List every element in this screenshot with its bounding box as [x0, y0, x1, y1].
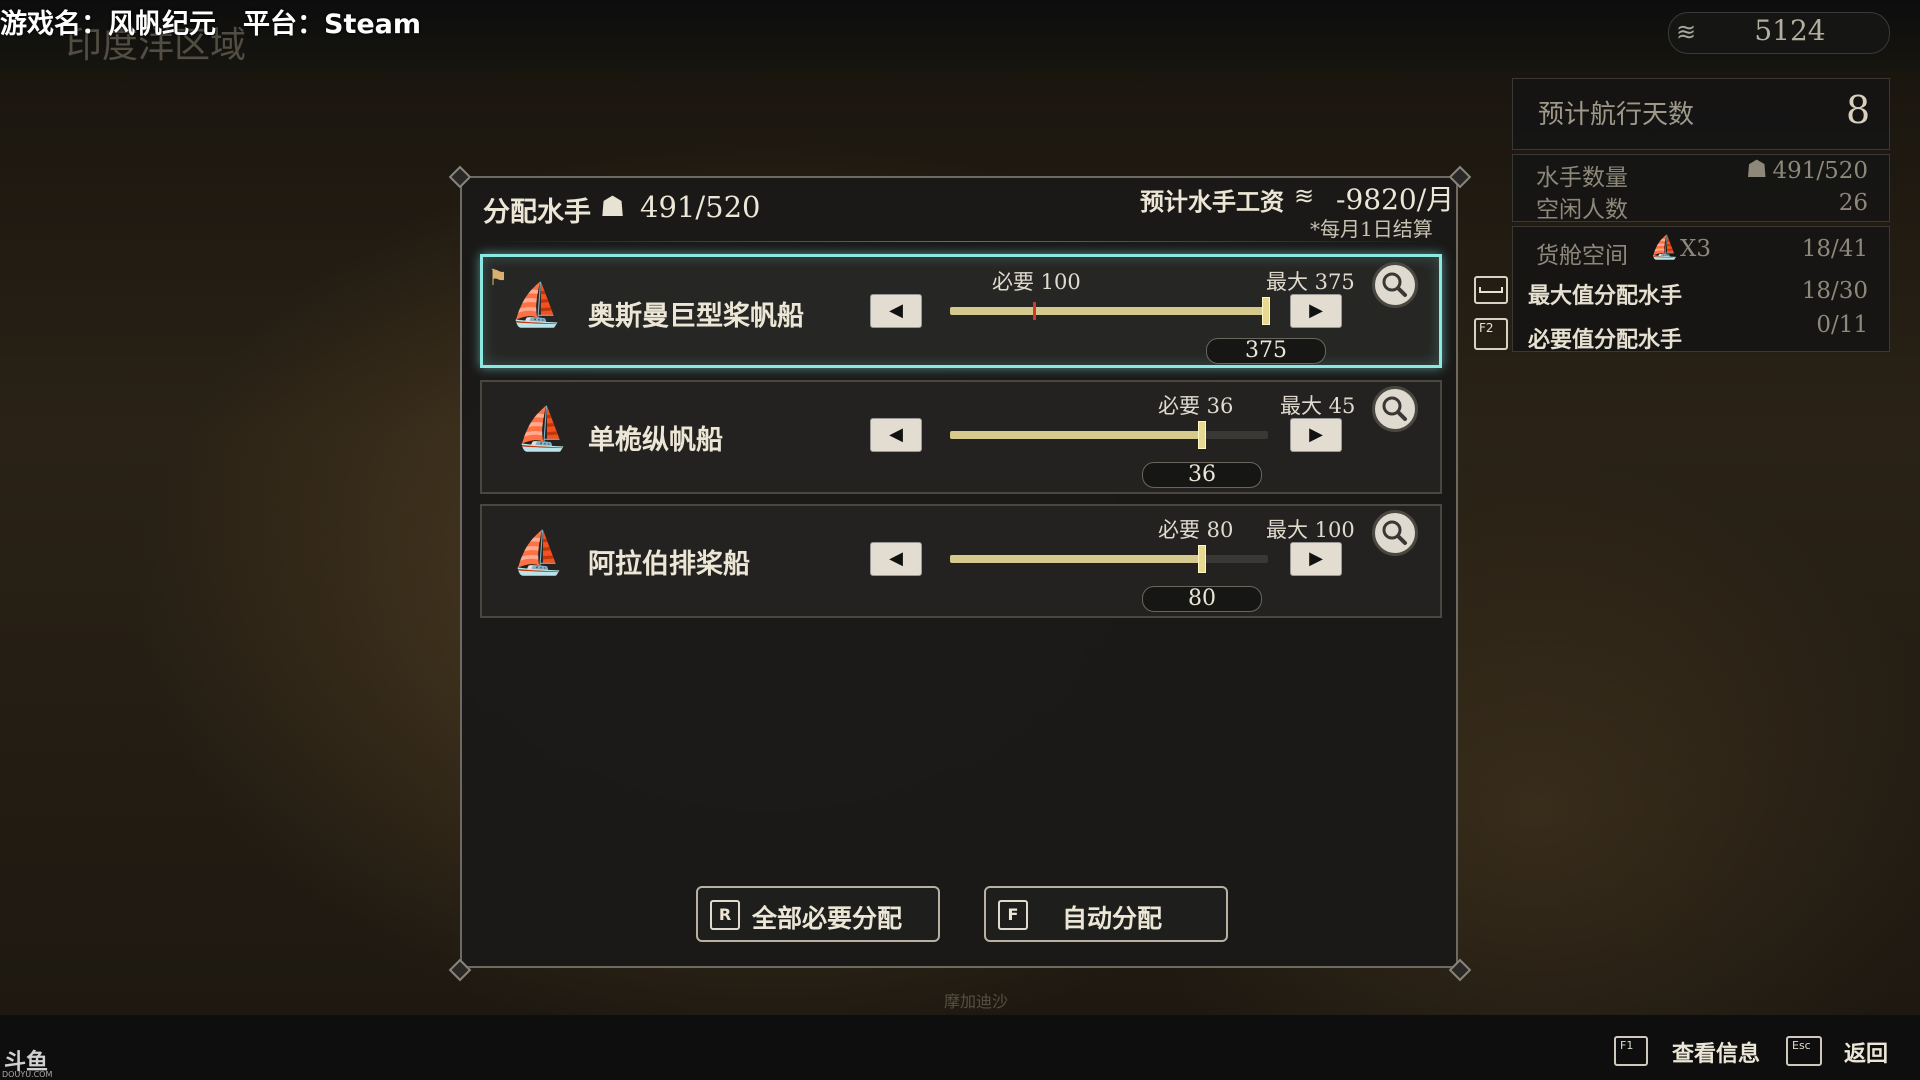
map-place-label: 摩加迪沙: [944, 992, 1009, 1011]
cargo-value: 18/41: [1801, 236, 1868, 262]
flagship-flag-icon: ⚑: [488, 266, 508, 291]
back-button[interactable]: 返回: [1844, 1036, 1888, 1068]
slider-handle[interactable]: [1198, 545, 1206, 573]
search-icon: [1382, 396, 1407, 421]
max-label: 最大 375: [1266, 270, 1355, 294]
sailors-label: 水手数量: [1536, 165, 1628, 191]
need-assign-label[interactable]: 必要值分配水手: [1528, 322, 1682, 354]
assign-all-needed-label: 全部必要分配: [752, 904, 903, 933]
search-button[interactable]: [1372, 386, 1418, 432]
sailor-value: 36: [1142, 462, 1262, 488]
dialog-title: 分配水手: [483, 197, 591, 228]
search-icon: [1382, 520, 1407, 545]
need-label: 必要 80: [1158, 518, 1234, 542]
decrease-button[interactable]: ◀: [870, 418, 922, 452]
ship-name: 奥斯曼巨型桨帆船: [588, 301, 804, 332]
auto-assign-label: 自动分配: [1062, 904, 1163, 933]
voyage-days-label: 预计航行天数: [1538, 100, 1695, 130]
galley-ship-icon: ⛵: [510, 280, 563, 329]
view-info-button[interactable]: 查看信息: [1672, 1036, 1760, 1068]
f2-key-icon: F2: [1474, 318, 1508, 350]
increase-button[interactable]: ▶: [1290, 418, 1342, 452]
cargo-multiplier: X3: [1680, 236, 1712, 262]
search-button[interactable]: [1372, 262, 1418, 308]
slider-fill: [950, 555, 1202, 563]
esc-key-icon: Esc: [1786, 1036, 1822, 1066]
search-icon: [1382, 272, 1407, 297]
ship-small-icon: ⛵: [1650, 235, 1679, 261]
sailor-count: 491/520: [640, 190, 761, 224]
stream-title-overlay: 游戏名：风帆纪元 平台：Steam: [0, 9, 422, 40]
ship-name: 阿拉伯排桨船: [588, 549, 750, 580]
voyage-days-value: 8: [1846, 88, 1871, 132]
coins-icon: ≋: [1676, 18, 1697, 46]
search-button[interactable]: [1372, 510, 1418, 556]
r-key-icon: R: [710, 900, 740, 930]
wage-value: -9820/月: [1336, 183, 1455, 216]
need-label: 必要 36: [1158, 394, 1234, 418]
sailors-value: 491/520: [1772, 158, 1868, 184]
max-label: 最大 45: [1280, 394, 1356, 418]
slider-handle[interactable]: [1198, 421, 1206, 449]
schooner-ship-icon: ⛵: [516, 404, 569, 453]
space-key-icon: [1474, 276, 1508, 304]
decrease-button[interactable]: ◀: [870, 542, 922, 576]
need-label: 必要 100: [992, 270, 1081, 294]
idle-value: 26: [1838, 190, 1868, 216]
arab-galley-ship-icon: ⛵: [512, 528, 565, 577]
auto-assign-button[interactable]: F 自动分配: [984, 886, 1228, 942]
assign-all-needed-button[interactable]: R 全部必要分配: [696, 886, 940, 942]
slider-fill: [950, 307, 1266, 315]
douyu-watermark-sub: DOUYU.COM: [2, 1070, 53, 1079]
need-marker: [1033, 302, 1036, 320]
idle-label: 空闲人数: [1536, 197, 1628, 223]
header-divider: [484, 241, 1442, 242]
sailor-value: 375: [1206, 338, 1326, 364]
increase-button[interactable]: ▶: [1290, 294, 1342, 328]
wage-label: 预计水手工资: [1140, 187, 1284, 216]
slider-handle[interactable]: [1262, 297, 1270, 325]
decrease-button[interactable]: ◀: [870, 294, 922, 328]
coins-icon: ≋: [1294, 182, 1315, 210]
slider-fill: [950, 431, 1202, 439]
increase-button[interactable]: ▶: [1290, 542, 1342, 576]
max-assign-value: 18/30: [1801, 278, 1868, 304]
ship-name: 单桅纵帆船: [588, 425, 723, 456]
wage-note: *每月1日结算: [1310, 217, 1433, 241]
max-assign-label[interactable]: 最大值分配水手: [1528, 278, 1682, 310]
max-label: 最大 100: [1266, 518, 1355, 542]
sailor-head-icon: ☗: [600, 190, 626, 223]
f1-key-icon: F1: [1614, 1036, 1648, 1066]
sailor-value: 80: [1142, 586, 1262, 612]
need-assign-value: 0/11: [1816, 312, 1868, 338]
coins-value: 5124: [1754, 14, 1826, 47]
cargo-label: 货舱空间: [1536, 243, 1628, 269]
f-key-icon: F: [998, 900, 1028, 930]
